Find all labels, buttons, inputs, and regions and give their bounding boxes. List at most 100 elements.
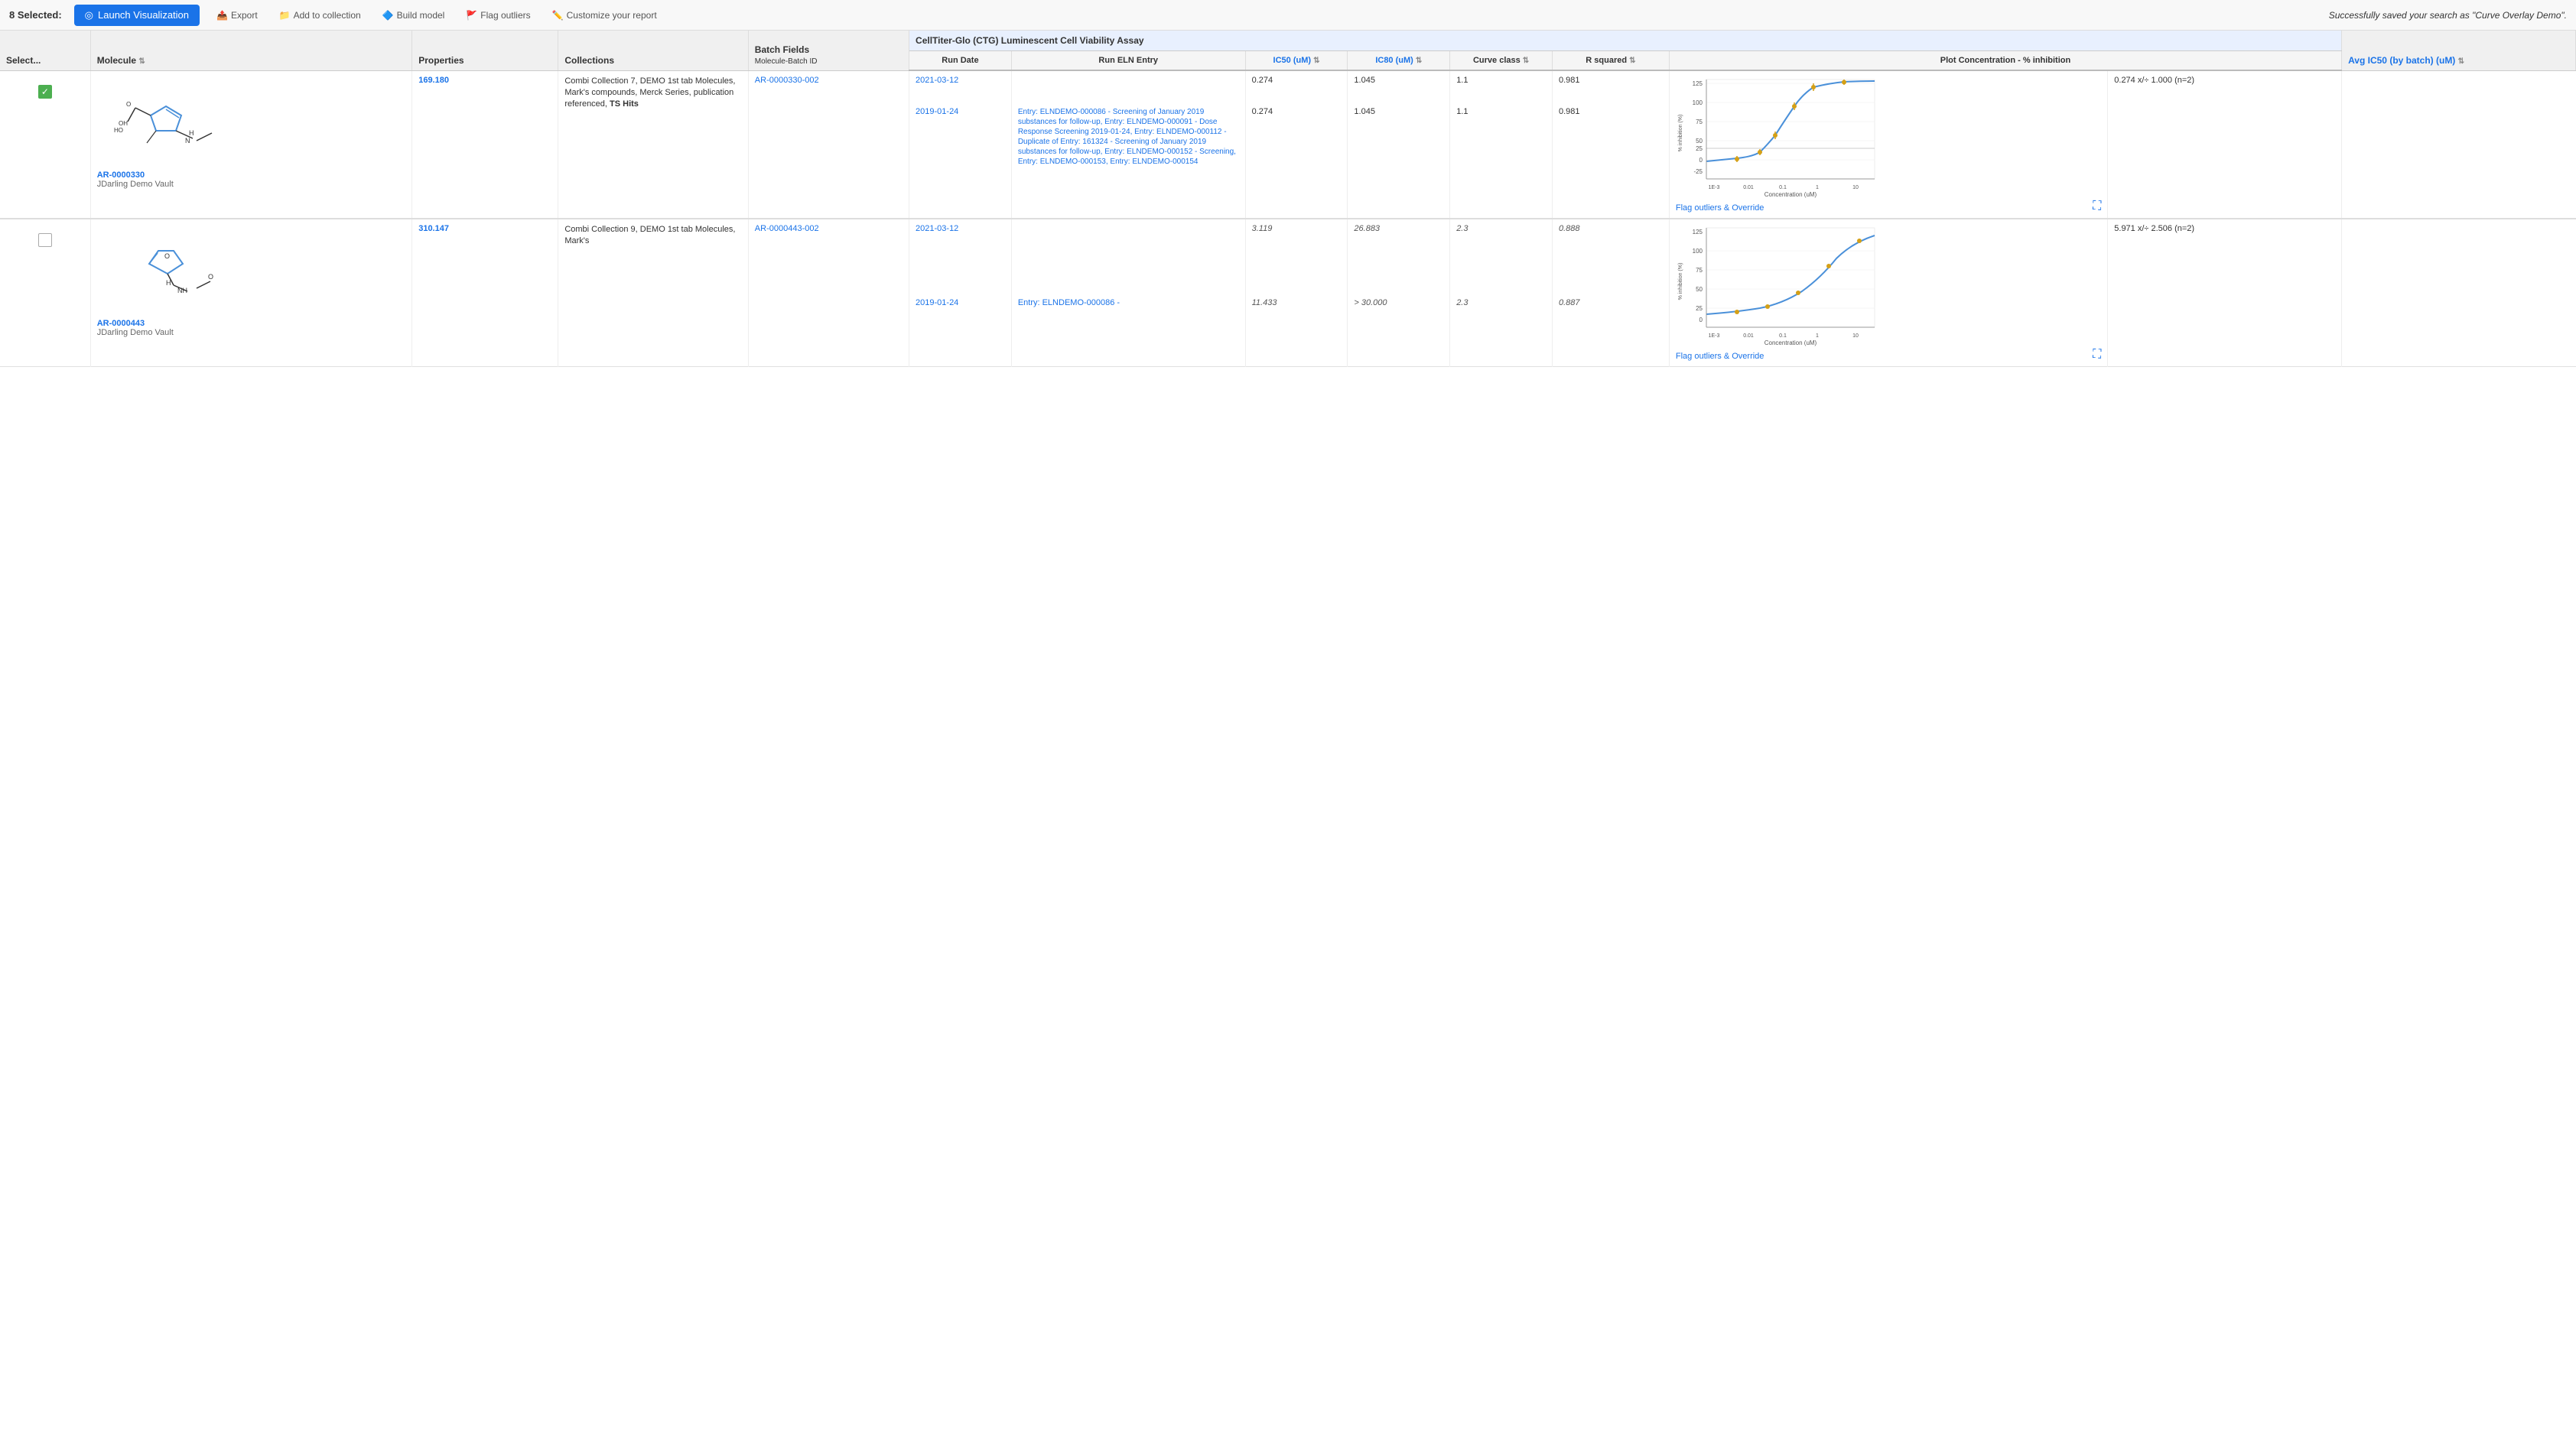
svg-text:100: 100 xyxy=(1693,99,1703,106)
flag-override-link-row1[interactable]: Flag outliers & Override xyxy=(1676,203,1764,213)
svg-text:75: 75 xyxy=(1696,267,1703,274)
curve-class-val-row2-sub2: 2.3 xyxy=(1456,298,1468,307)
run-eln-cell-row2-sub1 xyxy=(1011,219,1245,294)
r-squared-val-row2-sub1: 0.888 xyxy=(1559,224,1580,233)
svg-text:0.01: 0.01 xyxy=(1743,333,1754,339)
curve-class-sort-icon[interactable]: ⇅ xyxy=(1523,57,1529,65)
svg-text:125: 125 xyxy=(1693,229,1703,235)
flag-override-link-row2[interactable]: Flag outliers & Override xyxy=(1676,352,1764,361)
molecule-link-row1[interactable]: AR-0000330 xyxy=(97,171,145,180)
svg-text:O: O xyxy=(126,101,131,108)
properties-col-header: Properties xyxy=(412,31,558,70)
molecule-content-row2: O NH O H xyxy=(97,224,405,337)
batch-fields-col-header: Batch Fields Molecule-Batch ID xyxy=(748,31,909,70)
mol-weight-row2: 310.147 xyxy=(418,224,449,233)
build-model-icon: 🔷 xyxy=(382,10,394,21)
flag-outliers-button[interactable]: 🚩 Flag outliers xyxy=(461,7,535,24)
svg-text:1E-3: 1E-3 xyxy=(1708,185,1719,190)
run-date-link-row1-sub1[interactable]: 2021-03-12 xyxy=(916,76,958,85)
customize-icon: ✏️ xyxy=(552,10,564,21)
ic80-val-row1-sub1: 1.045 xyxy=(1354,76,1375,85)
collections-cell-row1: Combi Collection 7, DEMO 1st tab Molecul… xyxy=(558,70,748,219)
checkbox-row1[interactable]: ✓ xyxy=(38,85,52,99)
molecule-link-row2[interactable]: AR-0000443 xyxy=(97,319,145,328)
molecule-svg-row2: O NH O H xyxy=(97,232,235,308)
plot-svg-row1: 125 100 75 50 25 0 -25 1E-3 0.01 0.1 1 xyxy=(1676,76,1890,198)
svg-text:50: 50 xyxy=(1696,138,1703,145)
svg-text:N: N xyxy=(185,137,190,145)
run-eln-link-row2-sub2[interactable]: Entry: ELNDEMO-000086 - xyxy=(1018,298,1120,307)
curve-class-cell-row1-sub1: 1.1 xyxy=(1450,70,1553,102)
svg-text:10: 10 xyxy=(1852,185,1859,190)
collections-bold-row1: TS Hits xyxy=(610,99,639,109)
svg-text:0.1: 0.1 xyxy=(1779,185,1787,190)
molecule-svg-row1: H N O OH HO xyxy=(97,76,235,167)
ic50-sort-icon[interactable]: ⇅ xyxy=(1313,57,1319,65)
curve-class-val-row2-sub1: 2.3 xyxy=(1456,224,1468,233)
add-collection-icon: 📁 xyxy=(279,10,291,21)
svg-text:0.1: 0.1 xyxy=(1779,333,1787,339)
svg-text:0: 0 xyxy=(1699,317,1703,323)
export-button[interactable]: 📤 Export xyxy=(212,7,262,24)
collections-col-header: Collections xyxy=(558,31,748,70)
launch-visualization-button[interactable]: ◎ Launch Visualization xyxy=(74,5,200,26)
select-cell-row1: ✓ xyxy=(0,70,90,219)
svg-text:O: O xyxy=(164,252,170,260)
collections-text-row2: Combi Collection 9, DEMO 1st tab Molecul… xyxy=(564,224,741,248)
svg-text:1: 1 xyxy=(1816,333,1819,339)
assay-group-header: CellTiter-Glo (CTG) Luminescent Cell Via… xyxy=(909,31,2342,51)
batch-id-cell-row1-sub1: AR-0000330-002 xyxy=(748,70,909,102)
batch-id-cell-row2-sub2 xyxy=(748,294,909,367)
svg-text:25: 25 xyxy=(1696,145,1703,152)
ic50-cell-row2-sub1: 3.119 xyxy=(1245,219,1348,294)
r-squared-sort-icon[interactable]: ⇅ xyxy=(1629,57,1635,65)
svg-text:50: 50 xyxy=(1696,286,1703,293)
molecule-sort-icon[interactable]: ⇅ xyxy=(138,57,145,66)
ic80-sort-icon[interactable]: ⇅ xyxy=(1416,57,1422,65)
svg-text:125: 125 xyxy=(1693,80,1703,87)
svg-text:% inhibition (%): % inhibition (%) xyxy=(1678,115,1683,152)
svg-text:10: 10 xyxy=(1852,333,1859,339)
expand-plot-button-row1[interactable]: ⛶ xyxy=(2093,200,2101,213)
toolbar: 8 Selected: ◎ Launch Visualization 📤 Exp… xyxy=(0,0,2576,31)
svg-text:1: 1 xyxy=(1816,185,1819,190)
select-col-row1: ✓ xyxy=(6,79,84,99)
avg-ic50-sort-icon[interactable]: ⇅ xyxy=(2458,57,2464,66)
launch-icon: ◎ xyxy=(85,9,93,21)
batch-id-cell-row1-sub2 xyxy=(748,102,909,219)
customize-report-button[interactable]: ✏️ Customize your report xyxy=(548,7,662,24)
run-date-link-row1-sub2[interactable]: 2019-01-24 xyxy=(916,107,958,116)
ic80-val-row2-sub1: 26.883 xyxy=(1354,224,1380,233)
run-date-col-header: Run Date xyxy=(909,51,1012,71)
svg-text:HO: HO xyxy=(114,127,123,134)
r-squared-val-row2-sub2: 0.887 xyxy=(1559,298,1580,307)
ic50-cell-row1-sub2: 0.274 xyxy=(1245,102,1348,219)
build-model-button[interactable]: 🔷 Build model xyxy=(378,7,450,24)
ic80-col-header: IC80 (uM) ⇅ xyxy=(1348,51,1450,71)
checkbox-row2[interactable] xyxy=(38,233,52,247)
export-icon: 📤 xyxy=(216,10,228,21)
batch-id-link-row1-sub1[interactable]: AR-0000330-002 xyxy=(755,76,819,85)
svg-text:1E-3: 1E-3 xyxy=(1708,333,1719,339)
success-message: Successfully saved your search as "Curve… xyxy=(2329,10,2567,21)
run-eln-link-row1-sub2[interactable]: Entry: ELNDEMO-000086 - Screening of Jan… xyxy=(1018,108,1236,166)
run-date-link-row2-sub2[interactable]: 2019-01-24 xyxy=(916,298,958,307)
run-eln-col-header: Run ELN Entry xyxy=(1011,51,1245,71)
run-date-link-row2-sub1[interactable]: 2021-03-12 xyxy=(916,224,958,233)
batch-id-link-row2-sub1[interactable]: AR-0000443-002 xyxy=(755,224,819,233)
ic50-cell-row2-sub2: 11.433 xyxy=(1245,294,1348,367)
molecule-content-row1: H N O OH HO xyxy=(97,76,405,189)
expand-plot-button-row2[interactable]: ⛶ xyxy=(2093,348,2101,362)
run-date-cell-row1-sub1: 2021-03-12 xyxy=(909,70,1012,102)
curve-class-col-header: Curve class ⇅ xyxy=(1450,51,1553,71)
avg-ic50-col-header: Avg IC50 (by batch) (uM) ⇅ xyxy=(2342,31,2576,70)
collections-text-row1: Combi Collection 7, DEMO 1st tab Molecul… xyxy=(564,76,741,111)
molecule-cell-row1: H N O OH HO xyxy=(90,70,411,219)
curve-class-cell-row1-sub2: 1.1 xyxy=(1450,102,1553,219)
plot-footer-row2: Flag outliers & Override ⛶ xyxy=(1676,348,2101,362)
plot-container-row1: 125 100 75 50 25 0 -25 1E-3 0.01 0.1 1 xyxy=(1676,76,1890,198)
molecule-structure-row1: H N O OH HO xyxy=(97,76,235,167)
selected-count: 8 Selected: xyxy=(9,9,62,21)
add-to-collection-button[interactable]: 📁 Add to collection xyxy=(275,7,366,24)
header-row-1: Select... Molecule ⇅ Properties Collecti… xyxy=(0,31,2576,51)
